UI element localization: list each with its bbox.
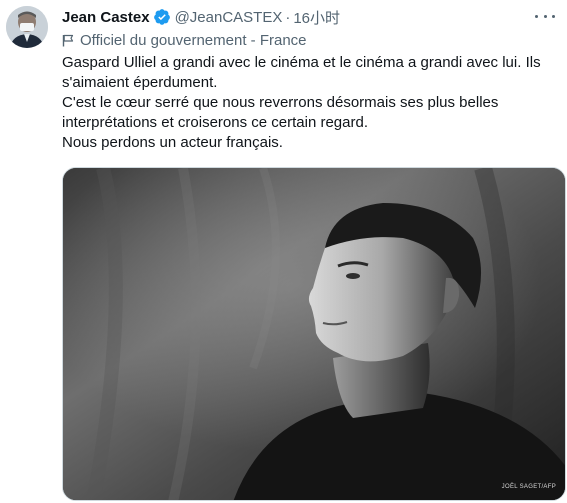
government-label-text: Officiel du gouvernement - France [80,31,307,49]
verified-badge-icon [153,9,170,25]
author-handle[interactable]: @JeanCASTEX [175,9,283,26]
tweet: Jean Castex @JeanCASTEX · 16小时 Officiel … [0,0,567,503]
portrait-photo [63,168,565,500]
tweet-text-line: Nous perdons un acteur français. [62,134,283,151]
tweet-header: Jean Castex @JeanCASTEX · 16小时 [62,6,557,28]
tweet-text-line: Gaspard Ulliel a grandi avec le cinéma e… [62,54,541,91]
more-options-icon[interactable] [535,8,555,24]
government-label: Officiel du gouvernement - France [62,30,307,50]
avatar[interactable] [6,6,48,48]
header-separator: · [285,8,291,26]
tweet-text: Gaspard Ulliel a grandi avec le cinéma e… [62,53,552,153]
tweet-timestamp[interactable]: 16小时 [293,7,340,28]
author-name[interactable]: Jean Castex [62,9,150,26]
tweet-photo[interactable]: JOËL SAGET/AFP [62,167,566,501]
government-flag-icon [62,34,74,46]
photo-credit: JOËL SAGET/AFP [501,484,556,490]
tweet-text-line: C'est le cœur serré que nous reverrons d… [62,94,499,131]
